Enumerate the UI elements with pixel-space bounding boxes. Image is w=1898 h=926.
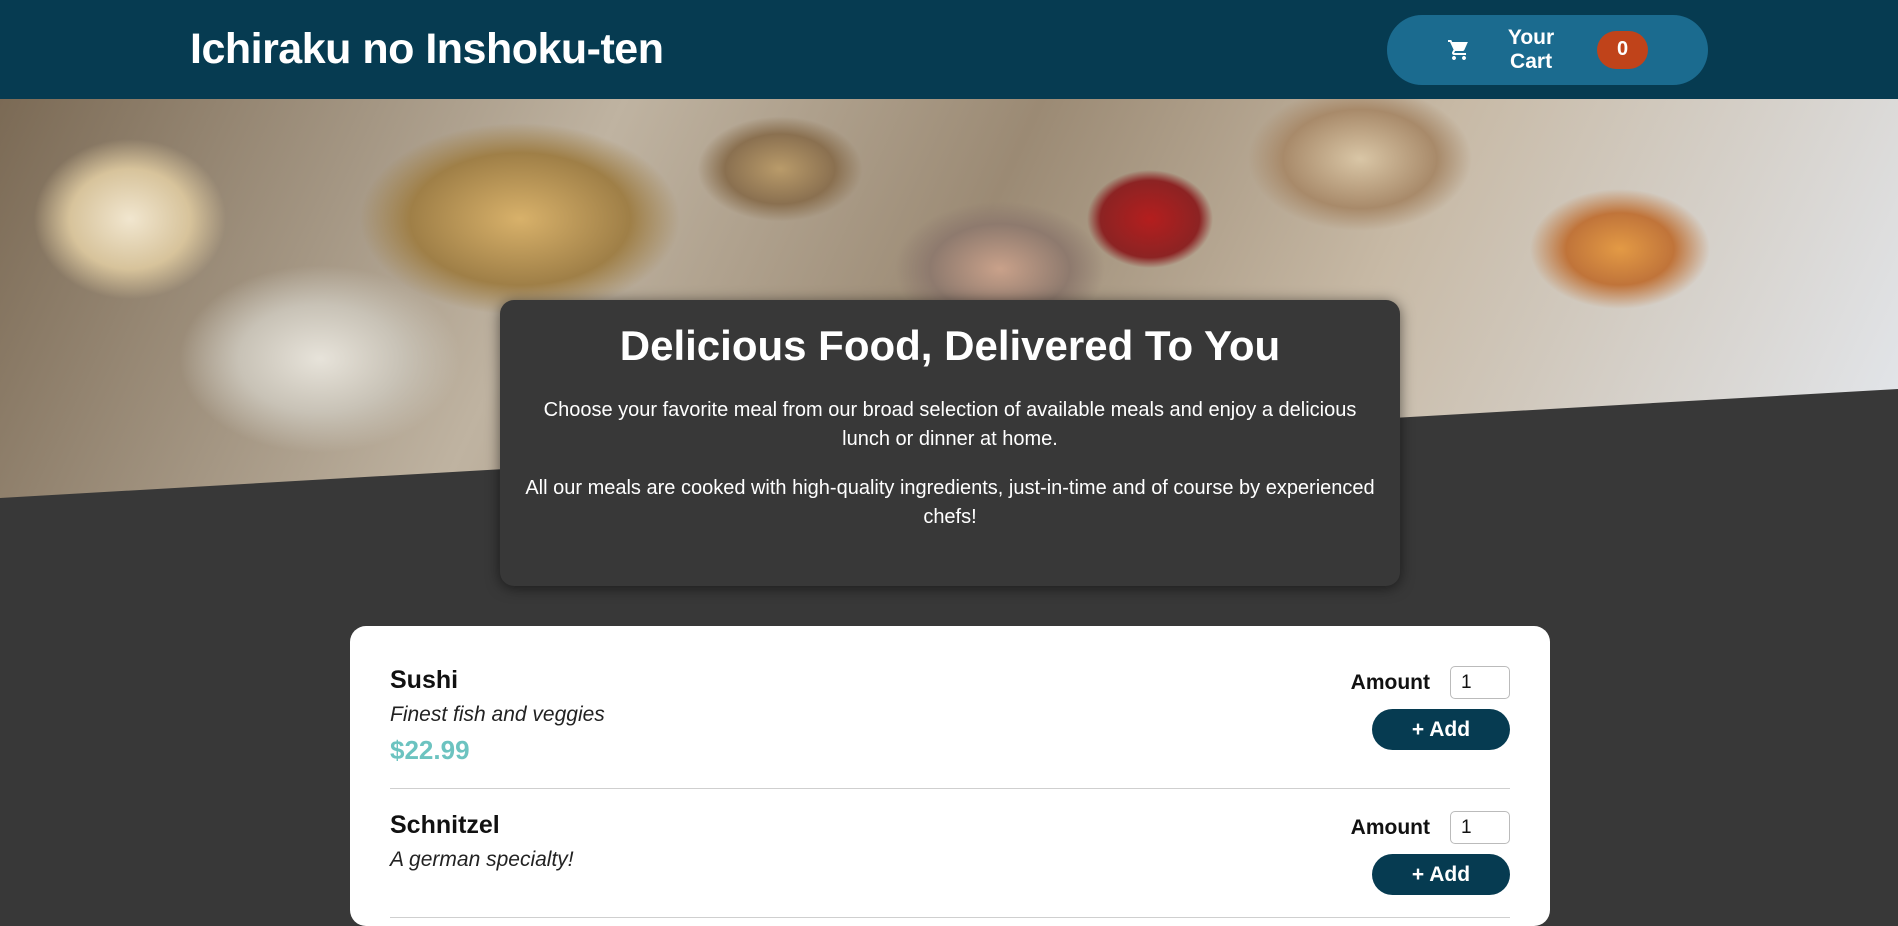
summary-paragraph-1: Choose your favorite meal from our broad… <box>543 399 1357 450</box>
meal-info: Schnitzel A german specialty! <box>390 811 574 895</box>
amount-label: Amount <box>1350 670 1430 694</box>
cart-button[interactable]: Your Cart 0 <box>1387 14 1708 85</box>
amount-input[interactable] <box>1450 666 1510 699</box>
amount-label: Amount <box>1350 815 1430 839</box>
amount-input[interactable] <box>1450 811 1510 844</box>
summary-paragraph-2: All our meals are cooked with high-quali… <box>525 477 1375 528</box>
cart-count-badge: 0 <box>1597 30 1648 69</box>
meal-item-schnitzel: Schnitzel A german specialty! Amount + A… <box>390 811 1510 918</box>
amount-row: Amount <box>1351 666 1510 699</box>
meal-item-sushi: Sushi Finest fish and veggies $22.99 Amo… <box>390 666 1510 789</box>
add-to-cart-button[interactable]: + Add <box>1372 709 1510 750</box>
meal-form: Amount + Add <box>1351 666 1510 766</box>
cart-label: Your Cart <box>1507 25 1555 73</box>
meal-price: $22.99 <box>390 735 470 765</box>
meal-name: Schnitzel <box>390 811 500 839</box>
summary-title: Delicious Food, Delivered To You <box>619 322 1281 369</box>
cart-icon <box>1447 38 1471 62</box>
meals-list: Sushi Finest fish and veggies $22.99 Amo… <box>350 626 1550 926</box>
amount-row: Amount <box>1351 811 1510 844</box>
meal-form: Amount + Add <box>1351 811 1510 895</box>
meal-description: A german specialty! <box>390 848 574 871</box>
summary-card: Delicious Food, Delivered To You Choose … <box>500 300 1400 586</box>
site-title: Ichiraku no Inshoku-ten <box>190 25 664 73</box>
meal-info: Sushi Finest fish and veggies $22.99 <box>390 666 605 766</box>
meal-description: Finest fish and veggies <box>390 703 605 726</box>
site-header: Ichiraku no Inshoku-ten Your Cart 0 <box>0 0 1898 99</box>
add-to-cart-button[interactable]: + Add <box>1372 854 1510 895</box>
meal-name: Sushi <box>390 666 459 694</box>
